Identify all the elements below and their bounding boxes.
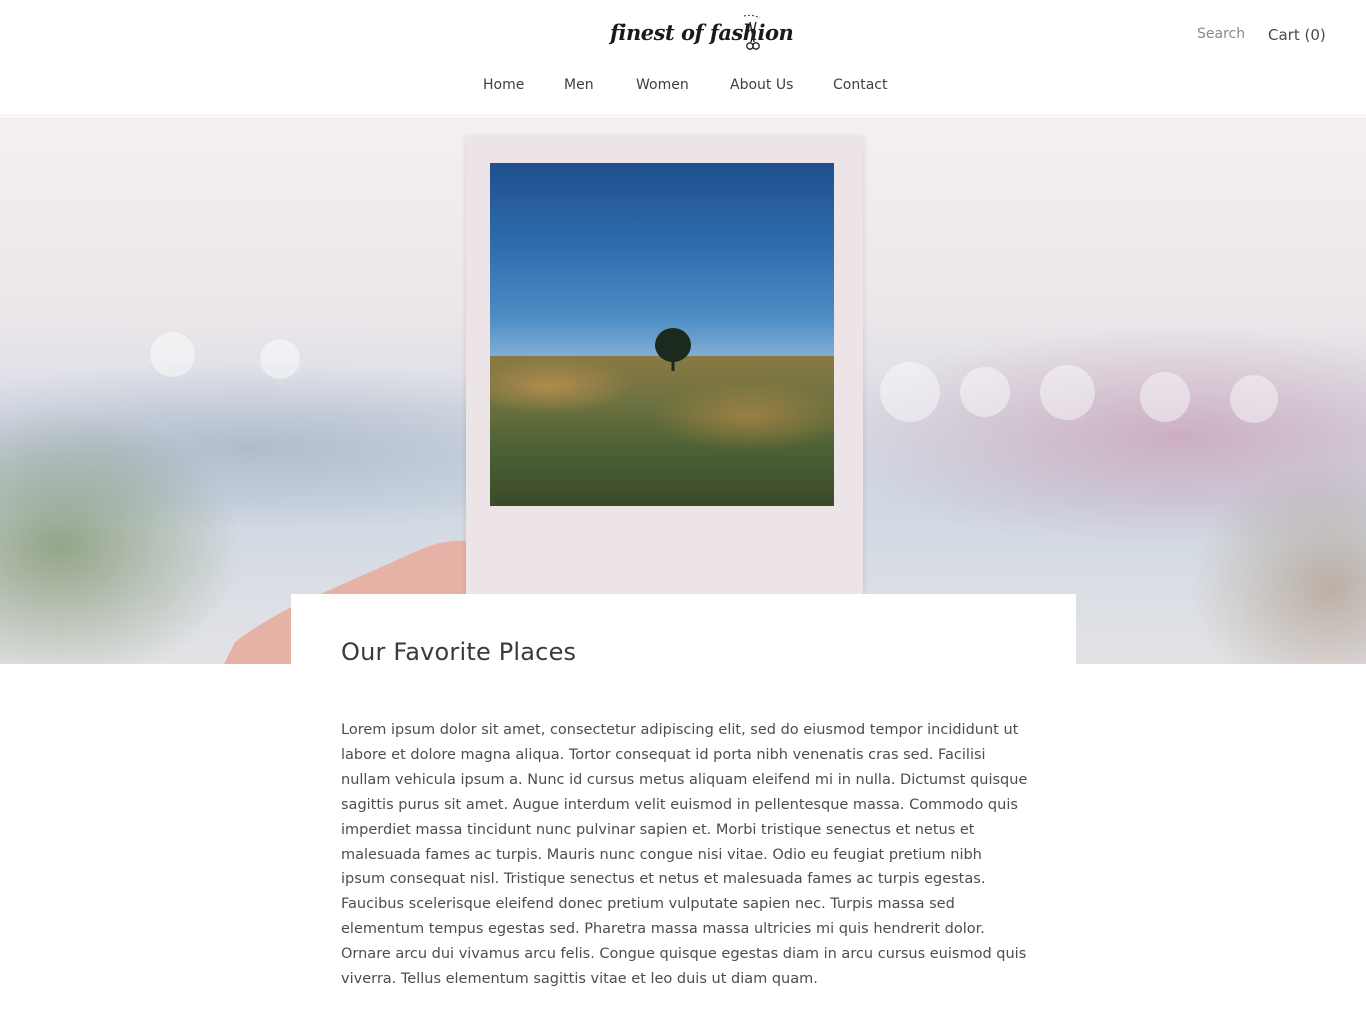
nav-item-men[interactable]: Men [564, 77, 594, 93]
bokeh-light [1040, 365, 1095, 420]
nav-item-home[interactable]: Home [483, 77, 524, 93]
nav-item-about-us[interactable]: About Us [730, 77, 793, 93]
logo-text: finest of fashion [610, 20, 794, 45]
hero-banner [0, 117, 1366, 664]
tree-icon [655, 328, 691, 371]
bokeh-light [260, 339, 300, 379]
article-body-line: malesuada fames ac turpis. Mauris nunc c… [341, 846, 982, 863]
article-body-line: sagittis purus sit amet. Augue interdum … [341, 796, 1018, 813]
nav-item-contact[interactable]: Contact [833, 77, 887, 93]
bokeh-light [1140, 372, 1190, 422]
cart-link[interactable]: Cart (0) [1268, 26, 1326, 44]
article-body-line: imperdiet massa tincidunt nunc pulvinar … [341, 821, 975, 838]
article-title: Our Favorite Places [341, 638, 577, 666]
site-logo[interactable]: finest of fashion [606, 12, 794, 54]
bokeh-light [1230, 375, 1278, 423]
landscape-photo [490, 163, 834, 506]
search-link[interactable]: Search [1197, 26, 1245, 42]
bokeh-light [960, 367, 1010, 417]
site-header: finest of fashion Search Cart (0) Home M… [0, 0, 1366, 116]
main-nav: Home Men Women About Us Contact [0, 77, 1366, 99]
bokeh-light [150, 332, 195, 377]
article-body-line: Faucibus scelerisque eleifend donec pret… [341, 896, 955, 913]
article-body-line: elementum tempus egestas sed. Pharetra m… [341, 921, 985, 938]
polaroid-photo [466, 135, 863, 605]
article-body-line: Ornare arcu dui vivamus arcu felis. Cong… [341, 946, 1027, 963]
field-image [490, 356, 834, 506]
article-body-line: labore et dolore magna aliqua. Tortor co… [341, 746, 986, 763]
article-body-line: nullam vehicula ipsum a. Nunc id cursus … [341, 771, 1028, 788]
article-body-line: ipsum consequat nisl. Tristique senectus… [341, 871, 986, 888]
nav-item-women[interactable]: Women [636, 77, 689, 93]
article-body: Lorem ipsum dolor sit amet, consectetur … [341, 718, 1033, 992]
bokeh-light [880, 362, 940, 422]
article-body-line: viverra. Tellus elementum sagittis vitae… [341, 971, 818, 988]
article-body-line: Lorem ipsum dolor sit amet, consectetur … [341, 722, 1019, 738]
scissors-icon [743, 14, 761, 50]
